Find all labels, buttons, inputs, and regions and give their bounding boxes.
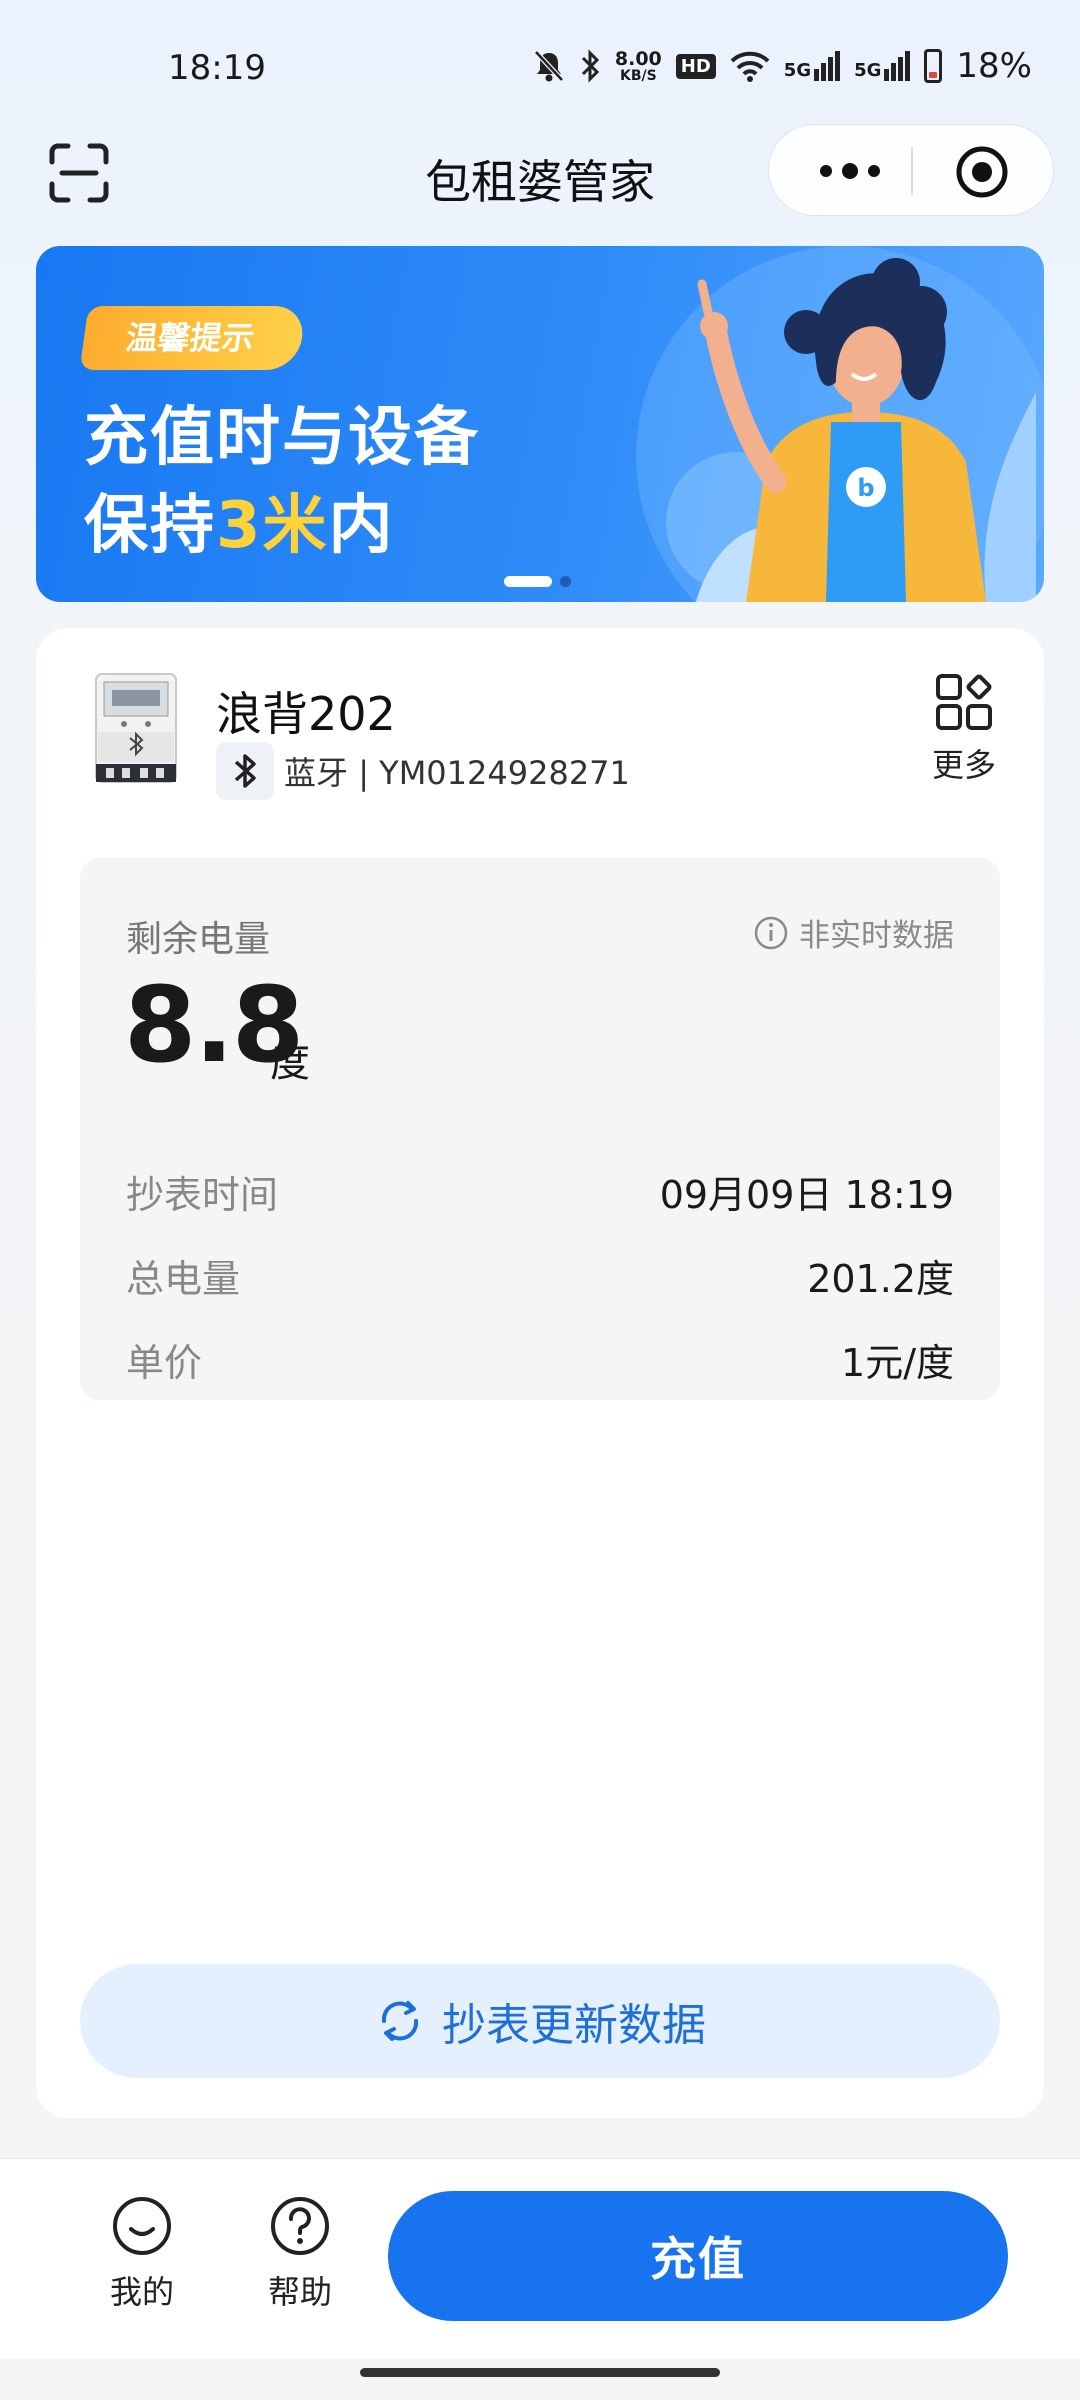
refresh-icon bbox=[381, 2001, 419, 2041]
tab-mine[interactable]: 我的 bbox=[82, 2195, 202, 2313]
battery-percent: 18% bbox=[956, 46, 1032, 86]
banner-pagination bbox=[504, 576, 571, 587]
unit-price-label: 单价 bbox=[126, 1341, 203, 1385]
reading-time-value: 09月09日 18:19 bbox=[659, 1173, 954, 1217]
device-name: 浪背202 bbox=[216, 687, 396, 741]
recharge-button[interactable]: 充值 bbox=[388, 2191, 1008, 2321]
meta-separator: | bbox=[358, 754, 369, 792]
capsule-divider bbox=[911, 147, 913, 195]
refresh-reading-button[interactable]: 抄表更新数据 bbox=[80, 1964, 1000, 2078]
close-target-icon[interactable] bbox=[955, 145, 1009, 199]
banner-line2-highlight: 3米 bbox=[216, 489, 329, 563]
battery-icon bbox=[924, 49, 943, 83]
promo-banner[interactable]: 温馨提示 充值时与设备 保持3米内 b bbox=[36, 246, 1044, 602]
device-id: YM0124928271 bbox=[379, 754, 630, 792]
banner-line2-suffix: 内 bbox=[328, 489, 395, 563]
home-indicator[interactable] bbox=[360, 2368, 720, 2377]
device-meta: 蓝牙 | YM0124928271 bbox=[284, 748, 630, 794]
device-card: 浪背202 蓝牙 | YM0124928271 更多 剩余电量 非实时数据 8.… bbox=[36, 628, 1044, 2118]
banner-tag: 温馨提示 bbox=[79, 306, 307, 370]
signal-icon bbox=[814, 51, 841, 81]
electric-meter-image bbox=[95, 673, 177, 783]
signal-icon bbox=[884, 51, 911, 81]
bluetooth-badge bbox=[216, 742, 274, 800]
banner-line2-prefix: 保持 bbox=[84, 489, 216, 563]
reading-time-label: 抄表时间 bbox=[126, 1173, 279, 1217]
remaining-unit: 度 bbox=[270, 1040, 310, 1086]
status-icons: 8.00 KB/S HD 5G 5G 18% bbox=[533, 46, 1032, 86]
tab-help-label: 帮助 bbox=[267, 2273, 332, 2311]
smile-icon bbox=[113, 2197, 171, 2255]
net-speed-unit: KB/S bbox=[619, 67, 657, 84]
svg-text:b: b bbox=[857, 474, 874, 502]
more-dots-icon bbox=[820, 163, 880, 179]
realtime-note[interactable]: 非实时数据 bbox=[753, 910, 954, 955]
info-icon bbox=[754, 916, 788, 949]
mini-program-capsule bbox=[768, 124, 1054, 216]
total-energy-label: 总电量 bbox=[126, 1257, 241, 1301]
more-options-button[interactable] bbox=[805, 143, 895, 199]
bluetooth-icon bbox=[581, 49, 600, 83]
mute-bell-icon bbox=[534, 50, 564, 82]
net-speed: 8.00 KB/S bbox=[614, 47, 662, 84]
realtime-note-text: 非实时数据 bbox=[799, 918, 954, 954]
remaining-label: 剩余电量 bbox=[126, 919, 271, 960]
bottom-action-bar: 我的 帮助 充值 bbox=[0, 2158, 1080, 2359]
woman-illustration: b bbox=[666, 258, 1036, 602]
grid-apps-icon bbox=[936, 674, 992, 730]
banner-headline-2: 保持3米内 bbox=[84, 474, 395, 566]
bluetooth-icon bbox=[234, 754, 256, 788]
status-time: 18:19 bbox=[168, 48, 266, 88]
wifi-icon bbox=[730, 51, 770, 82]
banner-headline-1: 充值时与设备 bbox=[84, 401, 480, 475]
tab-mine-label: 我的 bbox=[109, 2273, 174, 2311]
signal-1: 5G bbox=[783, 51, 841, 81]
banner-dot-active[interactable] bbox=[504, 576, 552, 587]
signal-2: 5G bbox=[854, 51, 911, 81]
more-label: 更多 bbox=[931, 746, 996, 784]
tab-help[interactable]: 帮助 bbox=[240, 2195, 360, 2313]
hd-badge: HD bbox=[675, 53, 716, 79]
unit-price-value: 1元/度 bbox=[841, 1341, 954, 1385]
reading-panel: 剩余电量 非实时数据 8.8 度 抄表时间 09月09日 18:19 总电量 2… bbox=[80, 858, 1000, 1400]
refresh-label: 抄表更新数据 bbox=[442, 2000, 706, 2051]
more-button[interactable]: 更多 bbox=[924, 672, 1004, 792]
total-energy-value: 201.2度 bbox=[807, 1257, 954, 1301]
net-speed-value: 8.00 bbox=[614, 47, 662, 70]
signal-2-label: 5G bbox=[854, 60, 882, 81]
banner-dot[interactable] bbox=[560, 576, 571, 587]
help-icon bbox=[271, 2197, 329, 2255]
signal-1-label: 5G bbox=[783, 60, 812, 81]
connection-type: 蓝牙 bbox=[284, 754, 349, 792]
